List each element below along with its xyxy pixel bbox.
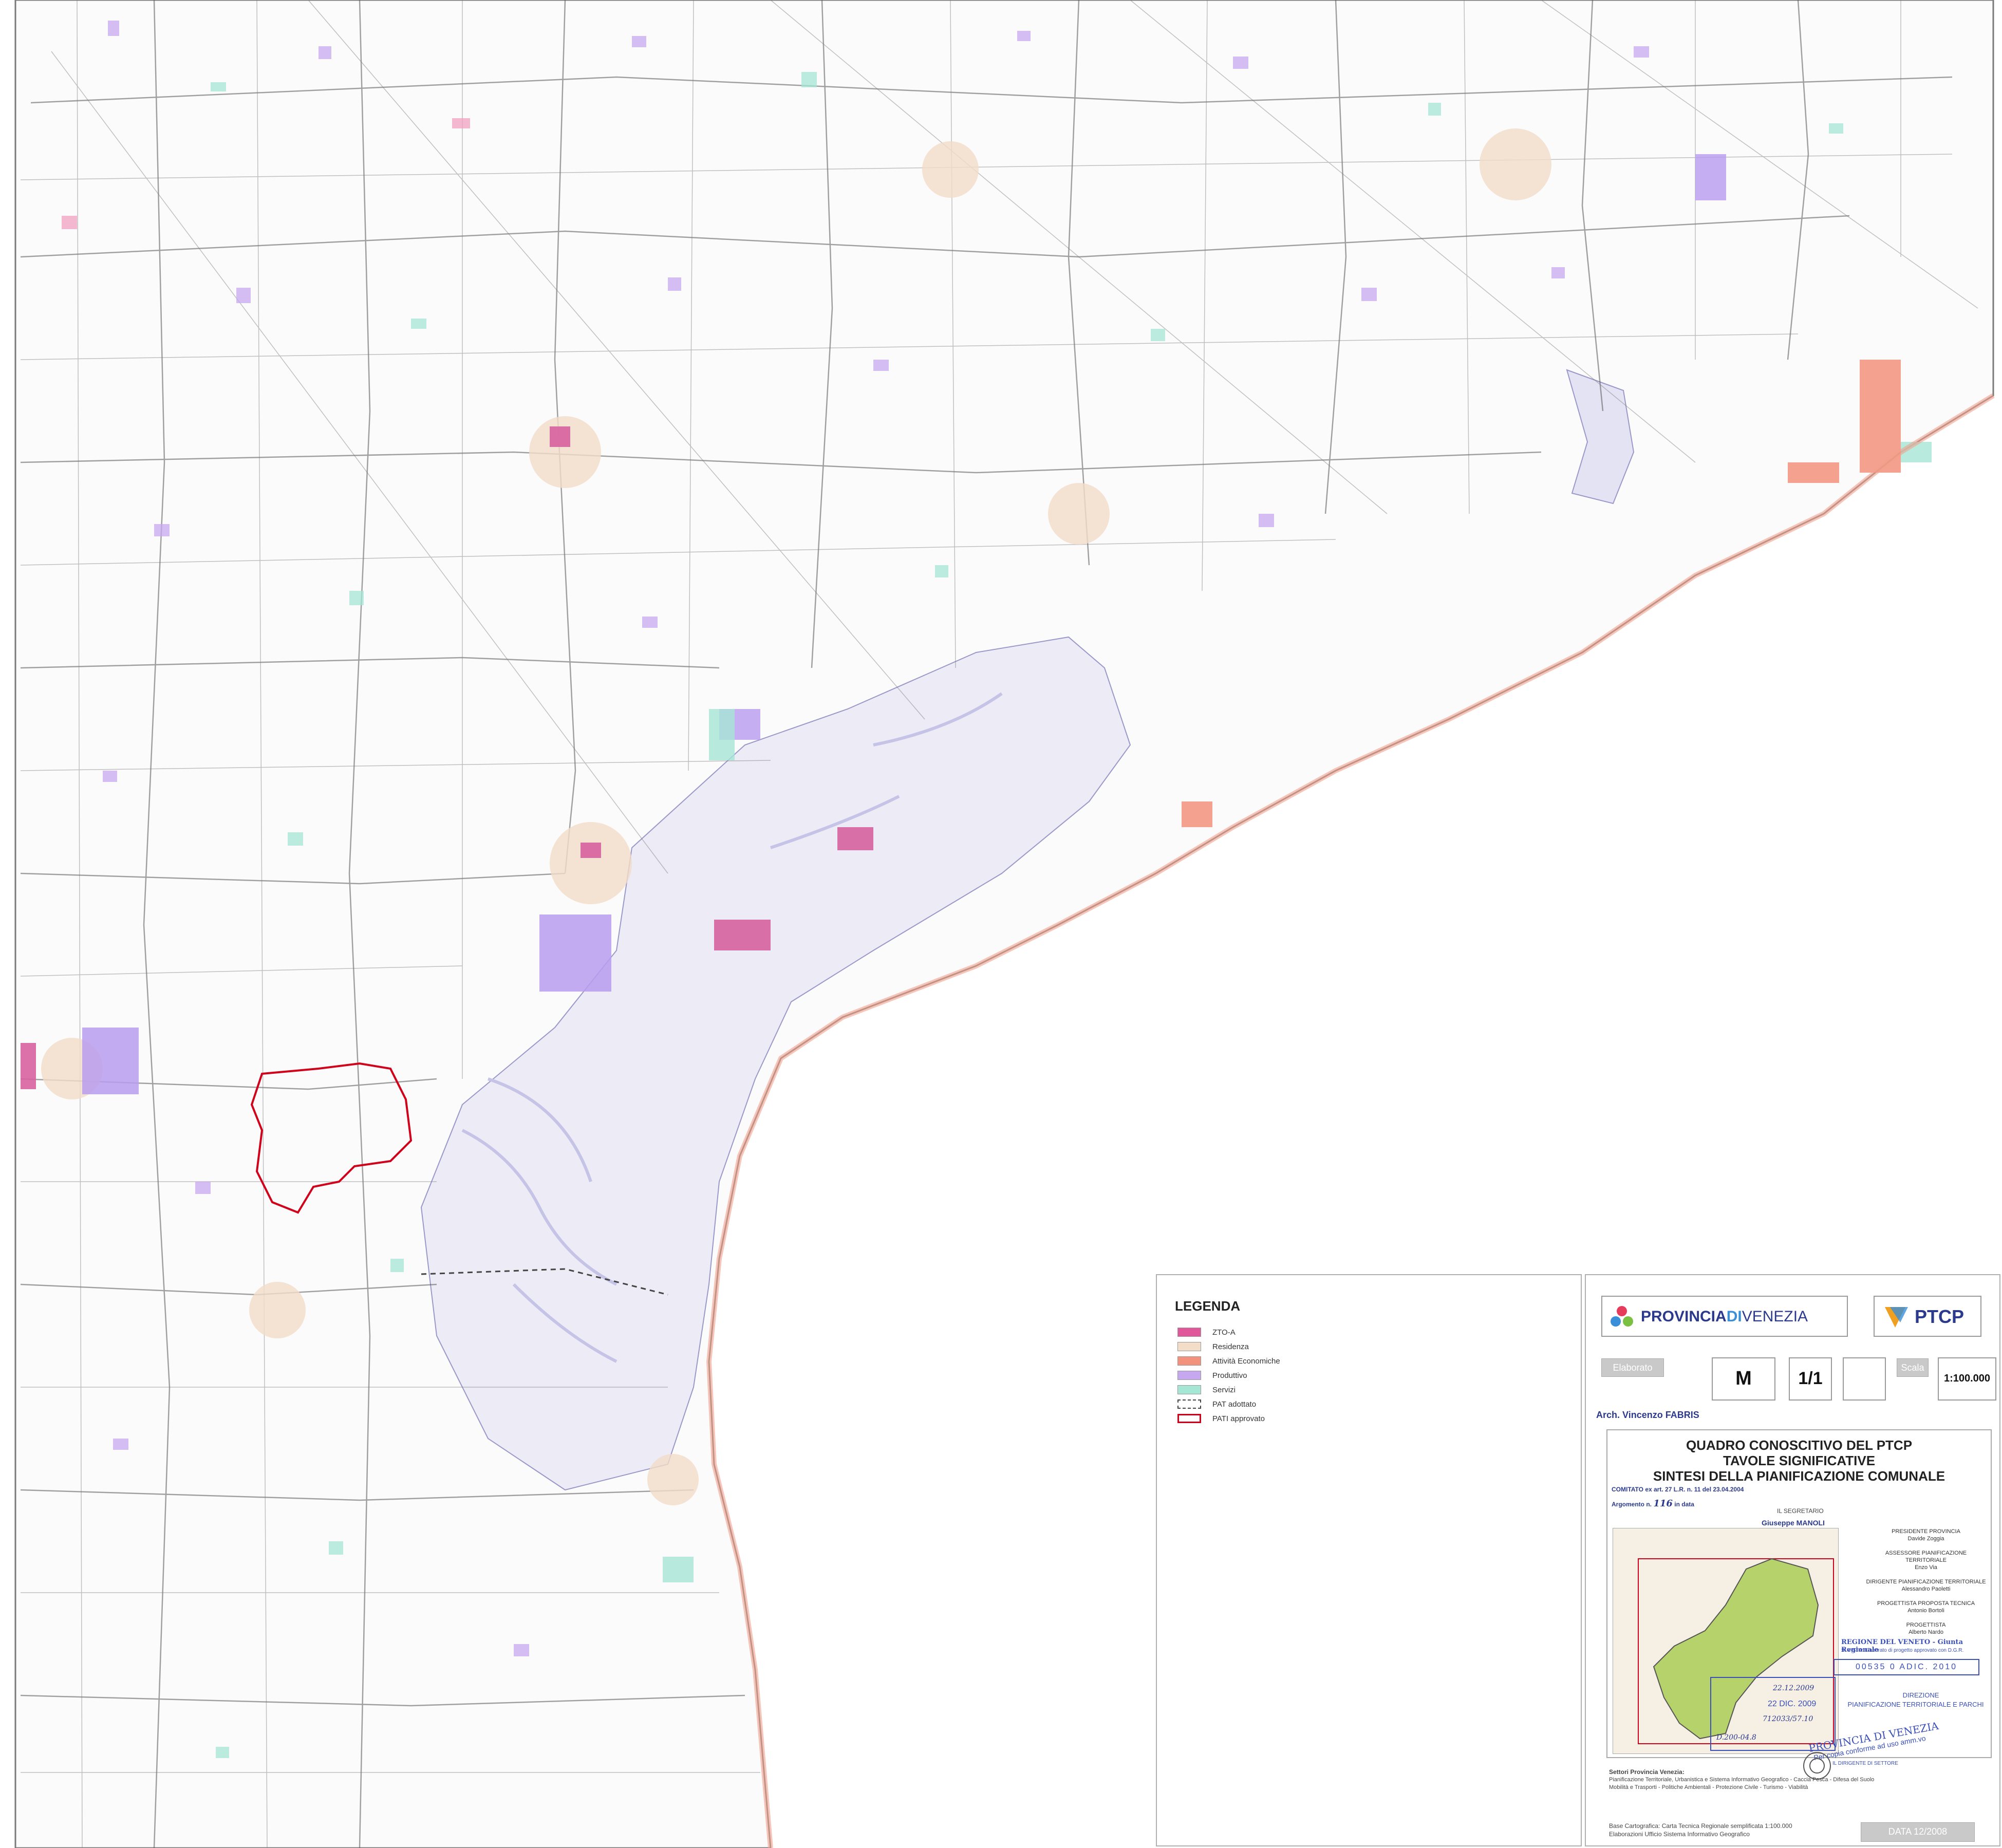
legend-label: Servizi: [1212, 1385, 1236, 1394]
elaborazioni: Elaborazioni Ufficio Sistema Informativo…: [1609, 1831, 1750, 1838]
ptcp-logo-text: PTCP: [1915, 1306, 1964, 1327]
settori-title: Settori Provincia Venezia:: [1609, 1768, 1685, 1776]
secretary-label: IL SEGRETARIO: [1777, 1507, 1824, 1515]
sheet-number: 1/1: [1789, 1357, 1832, 1401]
legend-label: Attività Economiche: [1212, 1356, 1280, 1366]
logo-venezia: VENEZIA: [1742, 1308, 1808, 1325]
direzione-line-1: DIREZIONE: [1902, 1691, 1939, 1699]
legend-panel: LEGENDA ZTO-A Residenza Attività Economich…: [1156, 1274, 1582, 1846]
title-block: PROVINCIADIVENEZIA PTCP Elaborato M 1/1 …: [1585, 1274, 2000, 1846]
elaborato-code: M: [1712, 1357, 1775, 1401]
provincia-logo-box: PROVINCIADIVENEZIA: [1601, 1296, 1848, 1337]
legend-label: Produttivo: [1212, 1371, 1247, 1380]
argomento-value: 116: [1653, 1498, 1673, 1509]
title-line-1: QUADRO CONOSCITIVO DEL PTCP: [1686, 1438, 1913, 1453]
committee-line: COMITATO ex art. 27 L.R. n. 11 del 23.04…: [1612, 1486, 1744, 1493]
stamp-date-2: 22 DIC. 2009: [1768, 1700, 1817, 1708]
legend-swatch: [1177, 1356, 1201, 1366]
ptcp-logo-icon: [1885, 1307, 1908, 1328]
direzione-line-2: PIANIFICAZIONE TERRITORIALE E PARCHI: [1847, 1701, 1984, 1708]
logo-provincia: PROVINCIA: [1641, 1308, 1727, 1325]
legend-swatch: [1177, 1328, 1201, 1337]
legend-swatch: [1177, 1414, 1201, 1423]
official-1: PRESIDENTE PROVINCIA Davide Zoggia: [1892, 1528, 1960, 1542]
argomento-line: Argomento n. 116 in data: [1612, 1498, 1694, 1509]
logo-di: DI: [1726, 1308, 1742, 1325]
legend-label: PATI approvato: [1212, 1414, 1265, 1423]
legend-swatch: [1177, 1371, 1201, 1380]
official-3: DIRIGENTE PIANIFICAZIONE TERRITORIALE Ale…: [1866, 1579, 1986, 1592]
author-signature: Arch. Vincenzo FABRIS: [1596, 1410, 1699, 1420]
legend-label: PAT adottato: [1212, 1399, 1257, 1409]
legend-swatch: [1177, 1399, 1201, 1409]
base-cartografica: Base Cartografica: Carta Tecnica Regiona…: [1609, 1822, 1792, 1830]
regione-line-2: SI VISTA: Elaborato di progetto approvat…: [1841, 1648, 1964, 1653]
secretary-name: Giuseppe MANOLI: [1762, 1519, 1825, 1527]
legend-item: PAT adottato: [1177, 1398, 1256, 1410]
legend-item: Produttivo: [1177, 1370, 1247, 1381]
settori-line-2: Mobilità e Trasporti - Politiche Ambient…: [1609, 1784, 1808, 1790]
legend-item: Servizi: [1177, 1384, 1236, 1395]
stamp-protocol: 712033/57.10: [1763, 1715, 1813, 1723]
official-2: ASSESSORE PIANIFICAZIONE TERRITORIALE Enz…: [1885, 1550, 1967, 1571]
legend-swatch: [1177, 1342, 1201, 1351]
title-section: QUADRO CONOSCITIVO DEL PTCP TAVOLE SIGNI…: [1606, 1429, 1992, 1762]
regione-stamp-number: 00535 0 ADIC. 2010: [1833, 1659, 1979, 1675]
legend-label: ZTO-A: [1212, 1328, 1236, 1337]
scala-label: Scala: [1897, 1358, 1929, 1377]
stamp-date-1: 22.12.2009: [1773, 1684, 1814, 1692]
data-label: in data: [1674, 1501, 1694, 1508]
scala-value: 1:100.000: [1938, 1357, 1996, 1401]
settori-line-1: Pianificazione Territoriale, Urbanistica…: [1609, 1777, 1875, 1783]
stamp-class: D.200-04.8: [1716, 1733, 1756, 1742]
legend-label: Residenza: [1212, 1342, 1249, 1351]
official-5: PROGETTISTA Alberto Nardo: [1906, 1622, 1946, 1635]
legend-swatch: [1177, 1385, 1201, 1394]
data-badge: DATA 12/2008: [1861, 1822, 1975, 1842]
title-line-2: TAVOLE SIGNIFICATIVE: [1723, 1453, 1876, 1468]
legend-item: Attività Economiche: [1177, 1355, 1280, 1367]
legend-item: PATI approvato: [1177, 1413, 1265, 1424]
argomento-label: Argomento n.: [1612, 1501, 1652, 1508]
legend-item: ZTO-A: [1177, 1327, 1236, 1338]
provincia-logo-icon: [1611, 1306, 1633, 1327]
legend-title: LEGENDA: [1175, 1298, 1241, 1314]
ptcp-logo-box: PTCP: [1874, 1296, 1981, 1337]
legend-item: Residenza: [1177, 1341, 1249, 1352]
provincia-stamp-line-3: IL DIRIGENTE DI SETTORE: [1832, 1761, 1898, 1766]
elaborato-label: Elaborato: [1601, 1358, 1664, 1377]
official-4: PROGETTISTA PROPOSTA TECNICA Antonio Bort…: [1877, 1600, 1975, 1614]
title-line-3: SINTESI DELLA PIANIFICAZIONE COMUNALE: [1653, 1468, 1945, 1484]
protocol-stamp: 22.12.2009 22 DIC. 2009 712033/57.10 D.2…: [1710, 1677, 1836, 1751]
officials-column: PRESIDENTE PROVINCIA Davide Zoggia ASSESS…: [1864, 1528, 1988, 1643]
sheet-blank: [1843, 1357, 1886, 1401]
